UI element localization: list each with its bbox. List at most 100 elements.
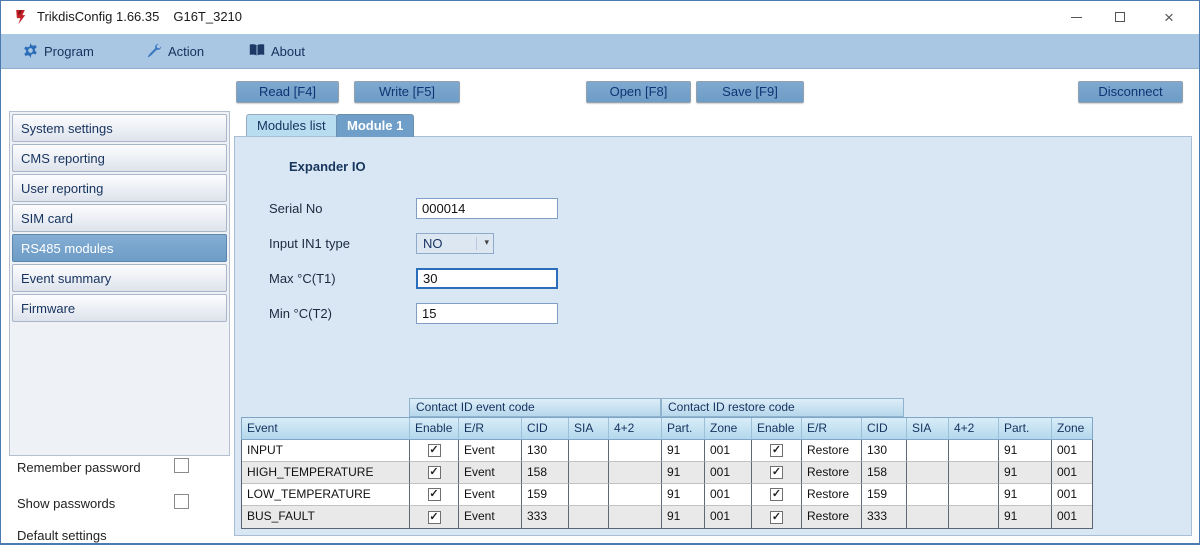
checkbox[interactable]: ✓	[770, 466, 783, 479]
cell-cid[interactable]: 158	[862, 462, 907, 484]
cell-part[interactable]: 91	[662, 484, 705, 506]
default-settings-label: Default settings	[17, 528, 107, 543]
checkbox[interactable]: ✓	[770, 488, 783, 501]
minimize-button[interactable]	[1054, 1, 1098, 33]
menu-program[interactable]: Program	[15, 34, 102, 69]
events-table: Contact ID event code Contact ID restore…	[241, 398, 1093, 529]
cell-cid[interactable]: 158	[522, 462, 569, 484]
close-button[interactable]: ×	[1147, 1, 1191, 33]
max-temp-input[interactable]	[416, 268, 558, 289]
table-row: LOW_TEMPERATURE✓Event15991001✓Restore159…	[242, 484, 1092, 506]
cell-zone[interactable]: 001	[1052, 506, 1092, 528]
cell-4plus2[interactable]	[949, 462, 999, 484]
checkbox[interactable]: ✓	[770, 444, 783, 457]
column-header-4plus2: 4+2	[949, 418, 999, 439]
tab-modules-list[interactable]: Modules list	[246, 114, 337, 136]
cell-sia[interactable]	[569, 506, 609, 528]
cell-enable: ✓	[752, 462, 802, 484]
cell-er[interactable]: Restore	[802, 506, 862, 528]
cell-part[interactable]: 91	[999, 440, 1052, 462]
cell-cid[interactable]: 333	[862, 506, 907, 528]
column-header-part: Part.	[662, 418, 705, 439]
checkbox[interactable]: ✓	[428, 511, 441, 524]
cell-part[interactable]: 91	[662, 440, 705, 462]
cell-4plus2[interactable]	[609, 462, 662, 484]
cell-zone[interactable]: 001	[705, 506, 752, 528]
cell-part[interactable]: 91	[999, 462, 1052, 484]
write-button[interactable]: Write [F5]	[354, 81, 460, 103]
serial-no-input[interactable]	[416, 198, 558, 219]
cell-sia[interactable]	[569, 462, 609, 484]
cell-cid[interactable]: 130	[522, 440, 569, 462]
cell-er[interactable]: Event	[459, 462, 522, 484]
checkbox[interactable]: ✓	[770, 511, 783, 524]
cell-4plus2[interactable]	[609, 506, 662, 528]
sidebar-item-user-reporting[interactable]: User reporting	[12, 174, 227, 202]
cell-sia[interactable]	[569, 484, 609, 506]
cell-zone[interactable]: 001	[705, 440, 752, 462]
checkbox[interactable]: ✓	[428, 488, 441, 501]
cell-4plus2[interactable]	[949, 440, 999, 462]
cell-enable: ✓	[752, 440, 802, 462]
cell-4plus2[interactable]	[609, 484, 662, 506]
wrench-icon	[147, 43, 162, 61]
tab-module-1[interactable]: Module 1	[336, 114, 414, 137]
sidebar-item-event-summary[interactable]: Event summary	[12, 264, 227, 292]
cell-er[interactable]: Event	[459, 440, 522, 462]
cell-4plus2[interactable]	[949, 506, 999, 528]
cell-cid[interactable]: 333	[522, 506, 569, 528]
cell-sia[interactable]	[907, 484, 949, 506]
cell-cid[interactable]: 130	[862, 440, 907, 462]
sidebar-item-firmware[interactable]: Firmware	[12, 294, 227, 322]
cell-zone[interactable]: 001	[1052, 484, 1092, 506]
read-button[interactable]: Read [F4]	[236, 81, 339, 103]
cell-er[interactable]: Restore	[802, 462, 862, 484]
cell-zone[interactable]: 001	[705, 484, 752, 506]
disconnect-button[interactable]: Disconnect	[1078, 81, 1183, 103]
minimize-icon	[1071, 17, 1082, 18]
cell-4plus2[interactable]	[949, 484, 999, 506]
cell-zone[interactable]: 001	[1052, 440, 1092, 462]
column-header-cid: CID	[522, 418, 569, 439]
close-icon: ×	[1164, 9, 1174, 26]
sidebar-item-system-settings[interactable]: System settings	[12, 114, 227, 142]
menu-about-label: About	[271, 44, 305, 59]
cell-sia[interactable]	[907, 506, 949, 528]
input-in1-type-value: NO	[423, 236, 443, 251]
input-in1-type-select[interactable]: NO ▾	[416, 233, 494, 254]
min-temp-input[interactable]	[416, 303, 558, 324]
cell-er[interactable]: Restore	[802, 484, 862, 506]
sidebar-item-rs485-modules[interactable]: RS485 modules	[12, 234, 227, 262]
maximize-button[interactable]	[1098, 1, 1142, 33]
menu-about[interactable]: About	[241, 34, 313, 69]
column-header-enable: Enable	[410, 418, 459, 439]
remember-password-checkbox[interactable]	[174, 458, 189, 473]
sidebar-item-sim-card[interactable]: SIM card	[12, 204, 227, 232]
checkbox[interactable]: ✓	[428, 444, 441, 457]
cell-er[interactable]: Event	[459, 484, 522, 506]
group-header-restore-code: Contact ID restore code	[661, 398, 904, 417]
cell-zone[interactable]: 001	[1052, 462, 1092, 484]
checkbox[interactable]: ✓	[428, 466, 441, 479]
open-button[interactable]: Open [F8]	[586, 81, 691, 103]
cell-sia[interactable]	[907, 440, 949, 462]
menu-action-label: Action	[168, 44, 204, 59]
cell-enable: ✓	[410, 462, 459, 484]
cell-part[interactable]: 91	[662, 506, 705, 528]
menu-action[interactable]: Action	[139, 34, 212, 69]
cell-sia[interactable]	[907, 462, 949, 484]
table-body: INPUT✓Event13091001✓Restore13091001HIGH_…	[241, 440, 1093, 529]
sidebar-item-cms-reporting[interactable]: CMS reporting	[12, 144, 227, 172]
cell-part[interactable]: 91	[662, 462, 705, 484]
cell-part[interactable]: 91	[999, 484, 1052, 506]
cell-sia[interactable]	[569, 440, 609, 462]
cell-part[interactable]: 91	[999, 506, 1052, 528]
show-passwords-checkbox[interactable]	[174, 494, 189, 509]
cell-er[interactable]: Restore	[802, 440, 862, 462]
save-button[interactable]: Save [F9]	[696, 81, 804, 103]
cell-er[interactable]: Event	[459, 506, 522, 528]
cell-zone[interactable]: 001	[705, 462, 752, 484]
cell-cid[interactable]: 159	[862, 484, 907, 506]
cell-4plus2[interactable]	[609, 440, 662, 462]
cell-cid[interactable]: 159	[522, 484, 569, 506]
